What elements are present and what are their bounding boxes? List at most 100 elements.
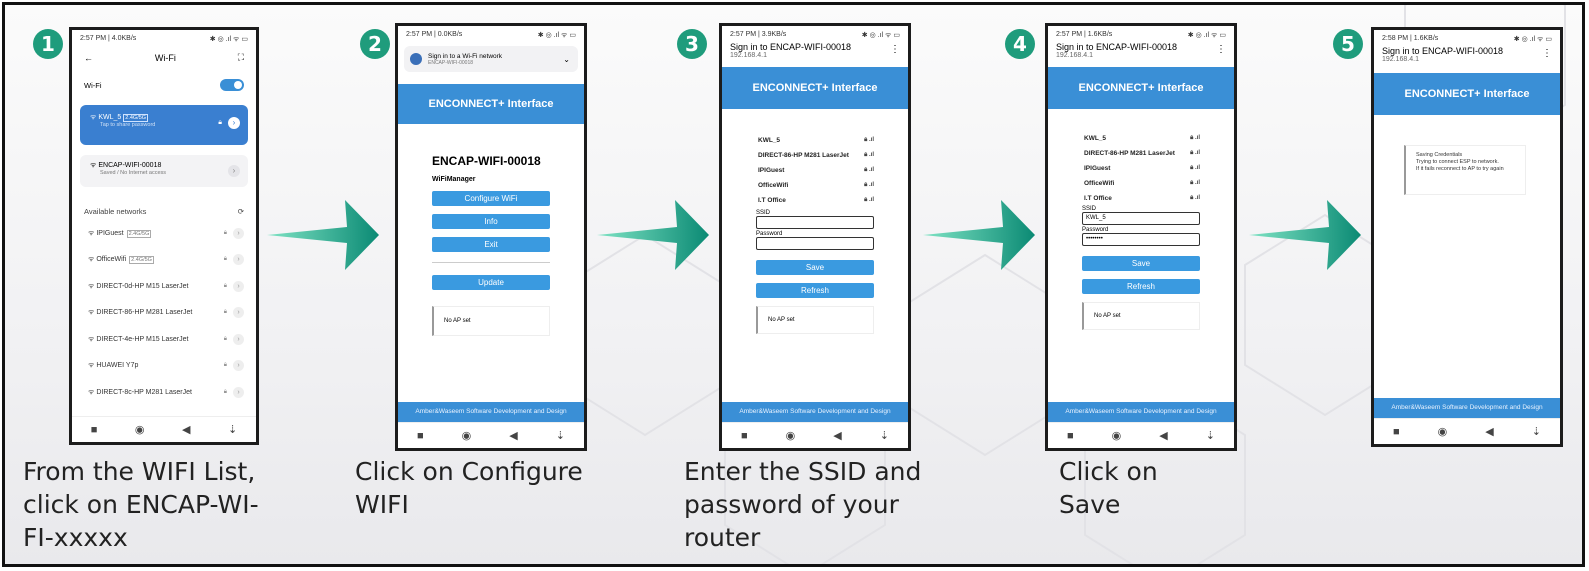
connected-network-card[interactable]: ᯤ KWL_5 2.4G/5G Tap to share password 🔒︎… [80, 105, 248, 145]
chevron-right-icon[interactable]: › [233, 280, 244, 292]
scanned-network-item[interactable]: KWL_5 🔒︎ .ıl [1084, 131, 1200, 146]
back-triangle-icon[interactable]: ◀ [833, 429, 841, 442]
scanned-network-item[interactable]: IPIGuest 🔒︎ .ıl [1084, 161, 1200, 176]
save-button[interactable]: Save [1082, 256, 1200, 271]
band-tag: 2.4G/5G [129, 256, 154, 265]
refresh-button[interactable]: Refresh [1082, 279, 1200, 294]
scanned-network-item[interactable]: OfficeWifi 🔒︎ .ıl [1084, 176, 1200, 191]
scanned-network-item[interactable]: IPIGuest 🔒︎ .ıl [758, 163, 874, 178]
more-vert-icon[interactable]: ⋮ [1542, 48, 1552, 59]
signal-lock-icon: 🔒︎ .ıl [864, 137, 874, 143]
scanned-networks-list: KWL_5 🔒︎ .ıl DIRECT-86-HP M281 LaserJet 🔒︎ … [1048, 109, 1234, 206]
network-name: DIRECT-4e-HP M15 LaserJet [96, 335, 189, 343]
square-icon[interactable]: ■ [1067, 430, 1074, 442]
signal-lock-icon: 🔒︎ .ıl [1190, 180, 1200, 186]
scanned-network-item[interactable]: I.T Office 🔒︎ .ıl [758, 193, 874, 208]
scanned-network-item[interactable]: DIRECT-86-HP M281 LaserJet 🔒︎ .ıl [758, 148, 874, 163]
more-vert-icon[interactable]: ⋮ [1216, 44, 1226, 55]
back-arrow-icon[interactable]: ← [84, 53, 93, 63]
back-triangle-icon[interactable]: ◀ [182, 423, 190, 436]
available-network-item[interactable]: ᯤ IPIGuest 2.4G/5G 🔒︎ › [72, 220, 256, 247]
network-name: DIRECT-8c-HP M281 LaserJet [96, 388, 192, 396]
square-icon[interactable]: ■ [91, 424, 98, 436]
encap-network-card[interactable]: ᯤ ENCAP-WIFI-00018 Saved / No Internet a… [80, 155, 248, 187]
back-triangle-icon[interactable]: ◀ [1159, 429, 1167, 442]
chevron-right-icon[interactable]: › [233, 307, 244, 319]
circle-icon[interactable]: ◉ [1438, 425, 1448, 438]
password-input[interactable] [756, 237, 874, 250]
circle-icon[interactable]: ◉ [462, 429, 472, 442]
download-arrow-icon[interactable]: ⇣ [1532, 425, 1541, 438]
saving-line-2: Trying to connect ESP to network. [1416, 159, 1499, 165]
scanned-network-item[interactable]: I.T Office 🔒︎ .ıl [1084, 191, 1200, 206]
network-name: DIRECT-0d-HP M15 LaserJet [96, 282, 189, 290]
ssid-input[interactable] [756, 216, 874, 229]
square-icon[interactable]: ■ [417, 430, 424, 442]
available-network-item[interactable]: ᯤ DIRECT-86-HP M281 LaserJet 🔒︎ › [72, 300, 256, 327]
portal-footer: Amber&Waseem Software Development and De… [398, 402, 584, 422]
signal-lock-icon: 🔒︎ .ıl [1190, 150, 1200, 156]
available-network-item[interactable]: ᯤ DIRECT-8c-HP M281 LaserJet 🔒︎ › [72, 379, 256, 406]
circle-icon[interactable]: ◉ [786, 429, 796, 442]
ssid-input[interactable]: KWL_5 [1082, 212, 1200, 225]
network-name: DIRECT-86-HP M281 LaserJet [758, 152, 849, 159]
chevron-right-icon[interactable]: › [228, 165, 240, 177]
signin-ip: 192.168.4.1 [730, 52, 767, 59]
refresh-icon[interactable]: ⟳ [238, 207, 244, 216]
tutorial-frame: 1 2 3 4 5 From the WIFI List, click on E… [2, 2, 1585, 567]
signal-lock-icon: 🔒︎ .ıl [1190, 165, 1200, 171]
chevron-right-icon[interactable]: › [233, 254, 244, 266]
portal-footer: Amber&Waseem Software Development and De… [722, 402, 908, 422]
circle-icon[interactable]: ◉ [135, 423, 145, 436]
back-triangle-icon[interactable]: ◀ [509, 429, 517, 442]
scan-qr-icon[interactable]: ⛶ [238, 52, 244, 63]
network-name: IPIGuest [758, 167, 785, 174]
available-network-item[interactable]: ᯤ HUAWEI Y7p 🔒︎ › [72, 353, 256, 380]
chevron-right-icon[interactable]: › [233, 333, 244, 345]
chevron-down-icon[interactable]: ⌄ [563, 55, 570, 64]
circle-icon[interactable]: ◉ [1112, 429, 1122, 442]
page-title: Wi-Fi [154, 52, 176, 63]
back-triangle-icon[interactable]: ◀ [1485, 425, 1493, 438]
sign-in-notification[interactable]: Sign in to a Wi-Fi network ENCAP-WIFI-000… [404, 46, 578, 72]
info-button[interactable]: Info [432, 214, 550, 229]
update-button[interactable]: Update [432, 275, 550, 290]
status-icons: ✱ ◎ .ıl ᯤ ▭ [861, 32, 900, 39]
refresh-button[interactable]: Refresh [756, 283, 874, 298]
signin-title: Sign in to ENCAP-WIFI-00018 [1056, 42, 1178, 52]
saving-line-1: Saving Credentials [1416, 152, 1463, 158]
more-vert-icon[interactable]: ⋮ [890, 44, 900, 55]
android-nav-bar: ■ ◉ ◀ ⇣ [72, 416, 256, 442]
wifi-toggle[interactable] [220, 79, 244, 91]
scanned-network-item[interactable]: DIRECT-86-HP M281 LaserJet 🔒︎ .ıl [1084, 146, 1200, 161]
available-network-item[interactable]: ᯤ OfficeWifi 2.4G/5G 🔒︎ › [72, 247, 256, 274]
available-network-item[interactable]: ᯤ DIRECT-0d-HP M15 LaserJet 🔒︎ › [72, 273, 256, 300]
available-network-item[interactable]: ᯤ DIRECT-4e-HP M15 LaserJet 🔒︎ › [72, 326, 256, 353]
password-input[interactable]: •••••••• [1082, 233, 1200, 246]
chevron-right-icon[interactable]: › [233, 227, 244, 239]
download-arrow-icon[interactable]: ⇣ [228, 423, 237, 436]
download-arrow-icon[interactable]: ⇣ [1206, 429, 1215, 442]
saving-message-box: Saving Credentials Trying to connect ESP… [1404, 145, 1526, 195]
arrow-right-icon [597, 200, 709, 270]
lock-icon: 🔒︎ [223, 229, 227, 236]
divider [432, 262, 550, 263]
chevron-right-icon[interactable]: › [233, 360, 244, 372]
chevron-right-icon[interactable]: › [233, 386, 244, 398]
scanned-network-item[interactable]: KWL_5 🔒︎ .ıl [758, 133, 874, 148]
exit-button[interactable]: Exit [432, 237, 550, 252]
download-arrow-icon[interactable]: ⇣ [556, 429, 565, 442]
step-2-badge: 2 [360, 29, 390, 59]
scanned-network-item[interactable]: OfficeWifi 🔒︎ .ıl [758, 178, 874, 193]
band-tag: 2.4G/5G [126, 229, 152, 238]
square-icon[interactable]: ■ [1393, 426, 1400, 438]
download-arrow-icon[interactable]: ⇣ [880, 429, 889, 442]
chevron-right-icon[interactable]: › [228, 117, 240, 129]
square-icon[interactable]: ■ [741, 430, 748, 442]
android-nav-bar: ■ ◉ ◀ ⇣ [1374, 418, 1560, 444]
android-nav-bar: ■ ◉ ◀ ⇣ [1048, 422, 1234, 448]
configure-wifi-button[interactable]: Configure WiFi [432, 191, 550, 206]
save-button[interactable]: Save [756, 260, 874, 275]
portal-footer: Amber&Waseem Software Development and De… [1048, 402, 1234, 422]
arrow-right-icon [267, 200, 379, 270]
